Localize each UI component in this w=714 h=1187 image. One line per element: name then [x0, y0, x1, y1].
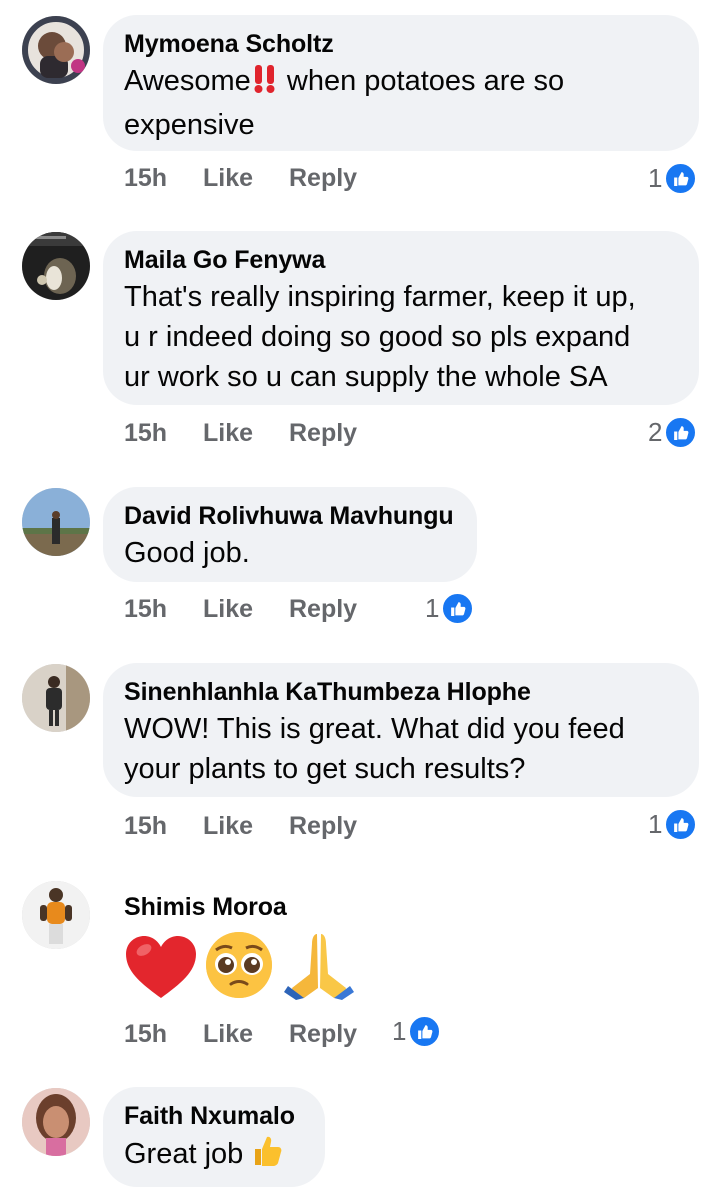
comment-timestamp[interactable]: 15h: [124, 419, 203, 448]
avatar[interactable]: [22, 232, 90, 300]
comment-bubble: Sinenhlanhla KaThumbeza Hlophe WOW! This…: [103, 663, 699, 797]
comment-actions: 15h Like Reply: [124, 160, 357, 196]
reaction-count[interactable]: 1: [392, 1013, 442, 1049]
comment-actions: 15h Like Reply: [124, 808, 357, 844]
thumbs-up-icon: [251, 1133, 283, 1178]
comment-timestamp[interactable]: 15h: [124, 1020, 203, 1049]
reply-button[interactable]: Reply: [289, 164, 357, 193]
reply-button[interactable]: Reply: [289, 812, 357, 841]
like-reaction-icon: [664, 415, 698, 449]
like-button[interactable]: Like: [203, 419, 289, 448]
comment-text: WOW! This is great. What did you feed you…: [124, 709, 677, 789]
comment-text: Awesome when potatoes are so expensive: [124, 61, 677, 145]
comment-text-line: u r indeed doing so good so pls expand: [124, 321, 631, 353]
like-button[interactable]: Like: [203, 595, 289, 624]
reaction-count-number: 1: [648, 808, 663, 839]
reaction-count-number: 1: [392, 1015, 407, 1046]
comment-timestamp[interactable]: 15h: [124, 164, 203, 193]
like-button[interactable]: Like: [203, 1020, 289, 1049]
comment-author[interactable]: Sinenhlanhla KaThumbeza Hlophe: [124, 677, 677, 707]
reply-button[interactable]: Reply: [289, 419, 357, 448]
avatar[interactable]: [22, 488, 90, 556]
comment-bubble: David Rolivhuwa Mavhungu Good job.: [103, 487, 477, 582]
red-heart-icon: [124, 934, 198, 1005]
comment-text-line: Great job: [124, 1138, 252, 1170]
comment-text-line: ur work so u can supply the whole SA: [124, 361, 608, 393]
reaction-count-number: 1: [425, 592, 440, 623]
reaction-count[interactable]: 1: [648, 806, 698, 842]
comment-bubble: Mymoena Scholtz Awesome when potatoes ar…: [103, 15, 699, 151]
comment-text: That's really inspiring farmer, keep it …: [124, 277, 677, 397]
comment-author[interactable]: Mymoena Scholtz: [124, 29, 677, 59]
comment-text-line: expensive: [124, 109, 255, 141]
reaction-count-number: 1: [648, 162, 663, 193]
avatar[interactable]: [22, 881, 90, 949]
comment-text: Good job.: [124, 533, 455, 573]
reply-button[interactable]: Reply: [289, 1020, 357, 1049]
comment-text-line: That's really inspiring farmer, keep it …: [124, 281, 636, 313]
avatar[interactable]: [22, 664, 90, 732]
like-button[interactable]: Like: [203, 164, 289, 193]
comment-bubble: Faith Nxumalo Great job: [103, 1087, 325, 1187]
comment-author[interactable]: Faith Nxumalo: [124, 1101, 303, 1131]
comment-text-line: WOW! This is great. What did you feed: [124, 713, 625, 745]
like-reaction-icon: [664, 807, 698, 841]
reaction-count-number: 2: [648, 416, 663, 447]
comment-author[interactable]: Maila Go Fenywa: [124, 245, 677, 275]
like-reaction-icon: [664, 161, 698, 195]
comment-text: Great job: [124, 1133, 303, 1178]
double-exclamation-icon: [251, 64, 279, 105]
avatar[interactable]: [22, 16, 90, 84]
reaction-count[interactable]: 2: [648, 414, 698, 450]
folded-hands-icon: [282, 930, 356, 1005]
avatar[interactable]: [22, 1088, 90, 1156]
comment-actions: 15h Like Reply: [124, 415, 357, 451]
pleading-face-icon: [204, 930, 274, 1005]
comment-text-line: Good job.: [124, 537, 250, 569]
comment-text-line: when potatoes are so: [278, 65, 565, 97]
comment-author[interactable]: David Rolivhuwa Mavhungu: [124, 501, 455, 531]
comment-timestamp[interactable]: 15h: [124, 812, 203, 841]
comment-actions: 15h Like Reply: [124, 591, 357, 627]
like-reaction-icon: [441, 591, 475, 625]
like-reaction-icon: [408, 1014, 442, 1048]
comment-author[interactable]: Shimis Moroa: [124, 892, 356, 922]
comment-timestamp[interactable]: 15h: [124, 595, 203, 624]
reply-button[interactable]: Reply: [289, 595, 357, 624]
reaction-count[interactable]: 1: [648, 160, 698, 196]
reaction-count[interactable]: 1: [425, 590, 475, 626]
comment-text-line: Awesome: [124, 65, 251, 97]
comment-text-line: your plants to get such results?: [124, 753, 526, 785]
comment-actions: 15h Like Reply: [124, 1016, 357, 1052]
emoji-row: [124, 930, 356, 1005]
comment-body: Shimis Moroa: [124, 892, 356, 1005]
comment-bubble: Maila Go Fenywa That's really inspiring …: [103, 231, 699, 405]
like-button[interactable]: Like: [203, 812, 289, 841]
